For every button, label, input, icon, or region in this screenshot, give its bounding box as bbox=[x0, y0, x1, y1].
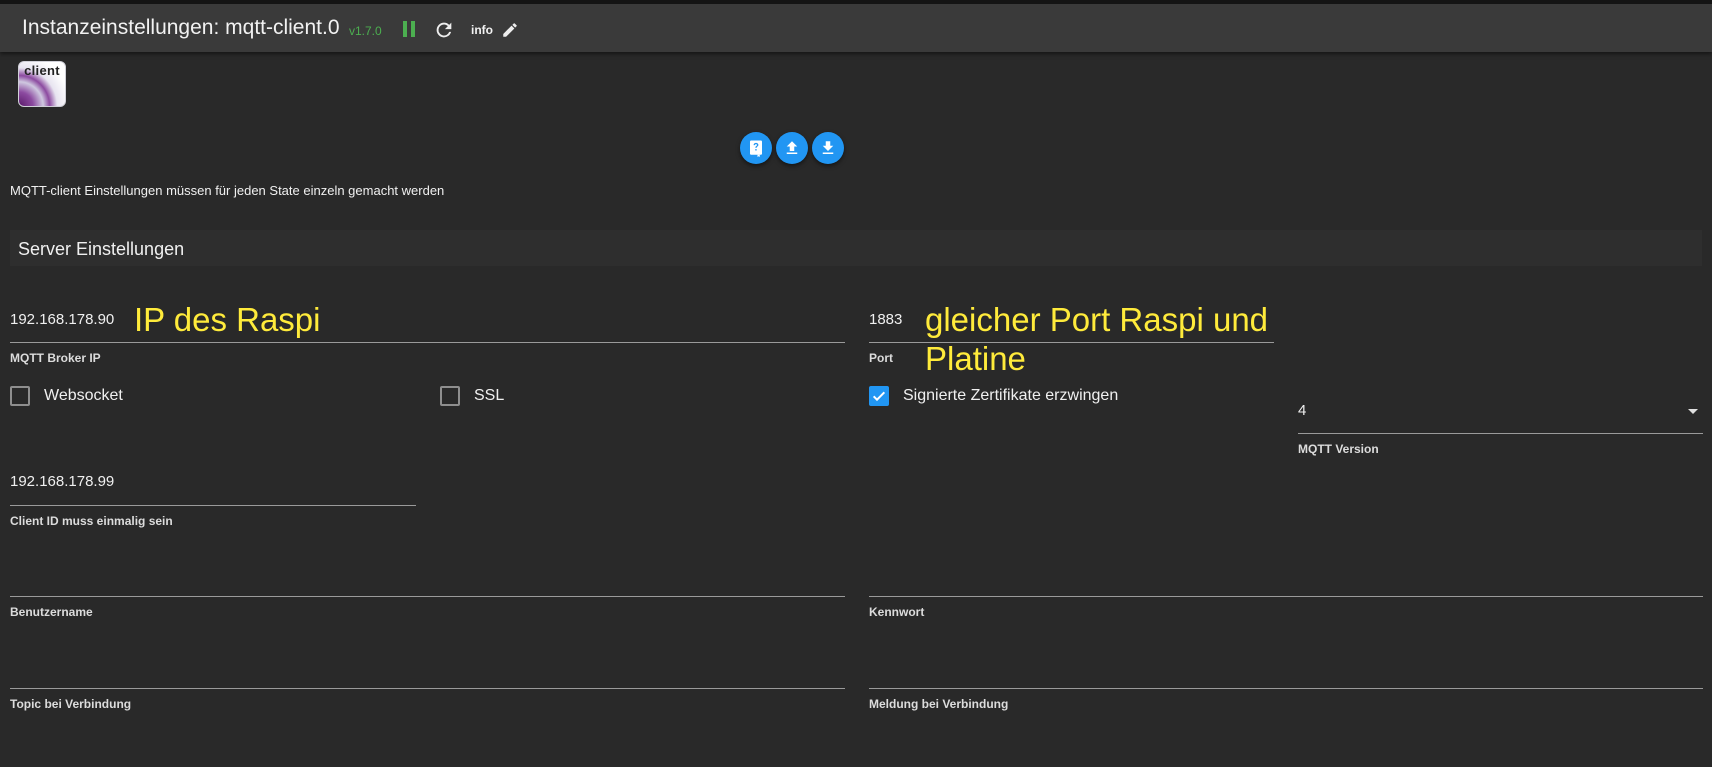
upload-button[interactable] bbox=[776, 132, 808, 164]
download-icon bbox=[822, 141, 834, 154]
port-value: 1883 bbox=[869, 311, 903, 328]
logo-text: client bbox=[24, 63, 60, 78]
mqtt-version-value: 4 bbox=[1298, 402, 1307, 419]
websocket-checkbox-box[interactable] bbox=[10, 386, 30, 406]
password-label: Kennwort bbox=[869, 605, 925, 619]
header-bar: Instanzeinstellungen: mqtt-client.0 v1.7… bbox=[0, 0, 1712, 52]
port-label: Port bbox=[869, 351, 893, 365]
websocket-label: Websocket bbox=[44, 387, 123, 404]
adapter-logo: client bbox=[18, 61, 66, 107]
broker-ip-value: 192.168.178.90 bbox=[10, 311, 115, 328]
dropdown-arrow-icon bbox=[1688, 409, 1698, 414]
help-button[interactable] bbox=[740, 132, 772, 164]
password-field[interactable]: Kennwort bbox=[869, 565, 1703, 625]
ssl-checkbox-box[interactable] bbox=[440, 386, 460, 406]
connect-topic-field[interactable]: Topic bei Verbindung bbox=[10, 658, 845, 718]
annotation-port-line2: Platine bbox=[925, 340, 1026, 377]
section-header: Server Einstellungen bbox=[10, 230, 1702, 266]
client-id-field[interactable]: 192.168.178.99 Client ID muss einmalig s… bbox=[10, 473, 416, 533]
connect-topic-label: Topic bei Verbindung bbox=[10, 697, 132, 711]
mqtt-version-label: MQTT Version bbox=[1298, 442, 1379, 456]
username-field[interactable]: Benutzername bbox=[10, 565, 845, 625]
broker-ip-underline bbox=[10, 342, 845, 343]
broker-ip-label: MQTT Broker IP bbox=[10, 351, 101, 365]
ssl-checkbox[interactable]: SSL bbox=[440, 386, 504, 406]
info-label: info bbox=[471, 23, 493, 37]
version-label: v1.7.0 bbox=[349, 24, 382, 38]
ssl-label: SSL bbox=[474, 387, 505, 404]
connect-message-underline bbox=[869, 688, 1703, 689]
upload-icon bbox=[786, 141, 798, 154]
connect-message-field[interactable]: Meldung bei Verbindung bbox=[869, 658, 1703, 718]
reload-icon[interactable] bbox=[433, 19, 455, 41]
connect-topic-underline bbox=[10, 688, 845, 689]
annotation-ip: IP des Raspi bbox=[134, 301, 321, 338]
pause-icon[interactable] bbox=[402, 21, 416, 37]
settings-hint: MQTT-client Einstellungen müssen für jed… bbox=[10, 183, 445, 198]
instance-settings-page: Instanzeinstellungen: mqtt-client.0 v1.7… bbox=[0, 0, 1712, 767]
client-id-underline bbox=[10, 505, 416, 506]
checkmark-icon bbox=[872, 391, 886, 402]
client-id-label: Client ID muss einmalig sein bbox=[10, 514, 173, 528]
username-underline bbox=[10, 596, 845, 597]
info-edit-button[interactable]: info bbox=[471, 18, 519, 42]
username-label: Benutzername bbox=[10, 605, 93, 619]
password-underline bbox=[869, 596, 1703, 597]
mqtt-version-select[interactable]: 4 MQTT Version bbox=[1298, 402, 1703, 462]
signed-certs-checkbox-box[interactable] bbox=[869, 386, 889, 406]
annotation-port-line1: gleicher Port Raspi und bbox=[925, 301, 1269, 338]
page-title: Instanzeinstellungen: mqtt-client.0 bbox=[22, 16, 340, 39]
client-id-value: 192.168.178.99 bbox=[10, 473, 115, 490]
websocket-checkbox[interactable]: Websocket bbox=[10, 386, 123, 406]
signed-certs-label: Signierte Zertifikate erzwingen bbox=[903, 387, 1119, 404]
mqtt-version-underline bbox=[1298, 433, 1703, 434]
help-book-icon bbox=[750, 140, 762, 157]
pencil-icon bbox=[503, 23, 517, 37]
section-title: Server Einstellungen bbox=[18, 239, 185, 259]
signed-certs-checkbox[interactable]: Signierte Zertifikate erzwingen bbox=[869, 386, 1118, 406]
connect-message-label: Meldung bei Verbindung bbox=[869, 697, 1009, 711]
download-button[interactable] bbox=[812, 132, 844, 164]
